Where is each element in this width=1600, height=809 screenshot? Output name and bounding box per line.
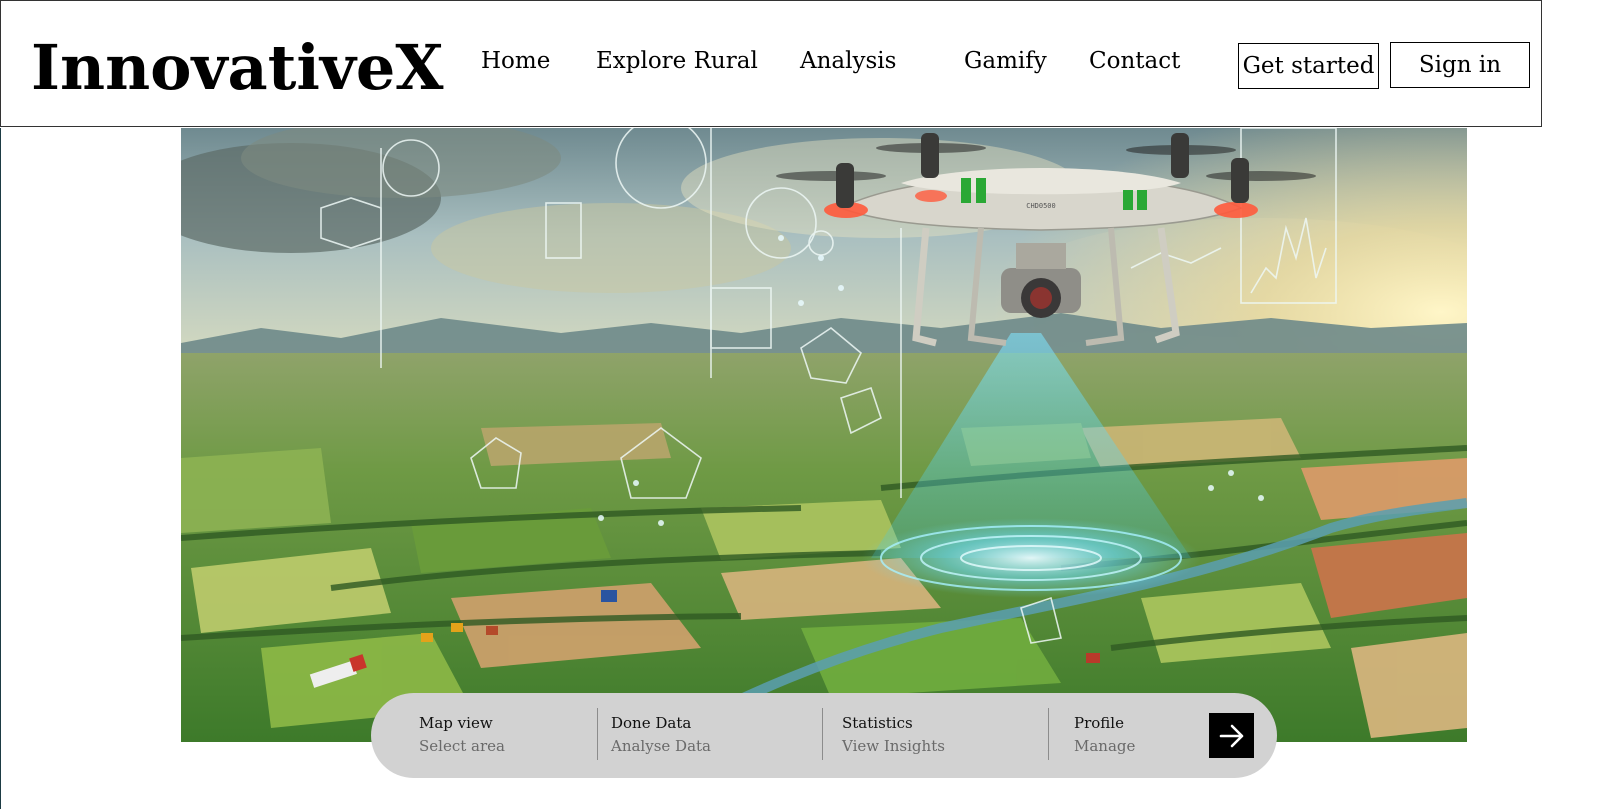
quick-item-title: Profile bbox=[1074, 714, 1124, 732]
quick-item-title: Map view bbox=[419, 714, 493, 732]
quick-actions-bar: Map view Select area Done Data Analyse D… bbox=[371, 693, 1277, 778]
nav-link-contact[interactable]: Contact bbox=[1089, 50, 1180, 73]
divider bbox=[822, 708, 823, 760]
quick-item-title: Done Data bbox=[611, 714, 692, 732]
quick-item-subtitle: Select area bbox=[419, 737, 505, 755]
go-button[interactable] bbox=[1209, 713, 1254, 758]
quick-item-statistics[interactable]: Statistics View Insights bbox=[842, 714, 945, 755]
get-started-button[interactable]: Get started bbox=[1238, 43, 1379, 89]
quick-item-subtitle: Analyse Data bbox=[611, 737, 711, 755]
nav-link-gamify[interactable]: Gamify bbox=[964, 50, 1047, 73]
quick-item-subtitle: Manage bbox=[1074, 737, 1136, 755]
nav-link-home[interactable]: Home bbox=[481, 50, 550, 73]
brand-logo[interactable]: InnovativeX bbox=[31, 37, 443, 99]
quick-item-profile[interactable]: Profile Manage bbox=[1074, 714, 1135, 755]
sign-in-button[interactable]: Sign in bbox=[1390, 42, 1530, 88]
top-navbar: InnovativeX Home Explore Rural Analysis … bbox=[0, 0, 1542, 127]
divider bbox=[1048, 708, 1049, 760]
quick-item-map-view[interactable]: Map view Select area bbox=[419, 714, 505, 755]
drone-label: CHD0500 bbox=[1026, 202, 1056, 210]
divider bbox=[597, 708, 598, 760]
arrow-right-icon bbox=[1219, 724, 1243, 747]
nav-link-analysis[interactable]: Analysis bbox=[800, 50, 896, 73]
quick-item-title: Statistics bbox=[842, 714, 913, 732]
page-edge-line bbox=[0, 128, 1, 809]
quick-item-subtitle: View Insights bbox=[842, 737, 945, 755]
hero-image: CHD0500 bbox=[181, 128, 1467, 742]
quick-item-done-data[interactable]: Done Data Analyse Data bbox=[611, 714, 711, 755]
nav-link-explore-rural[interactable]: Explore Rural bbox=[596, 50, 758, 73]
